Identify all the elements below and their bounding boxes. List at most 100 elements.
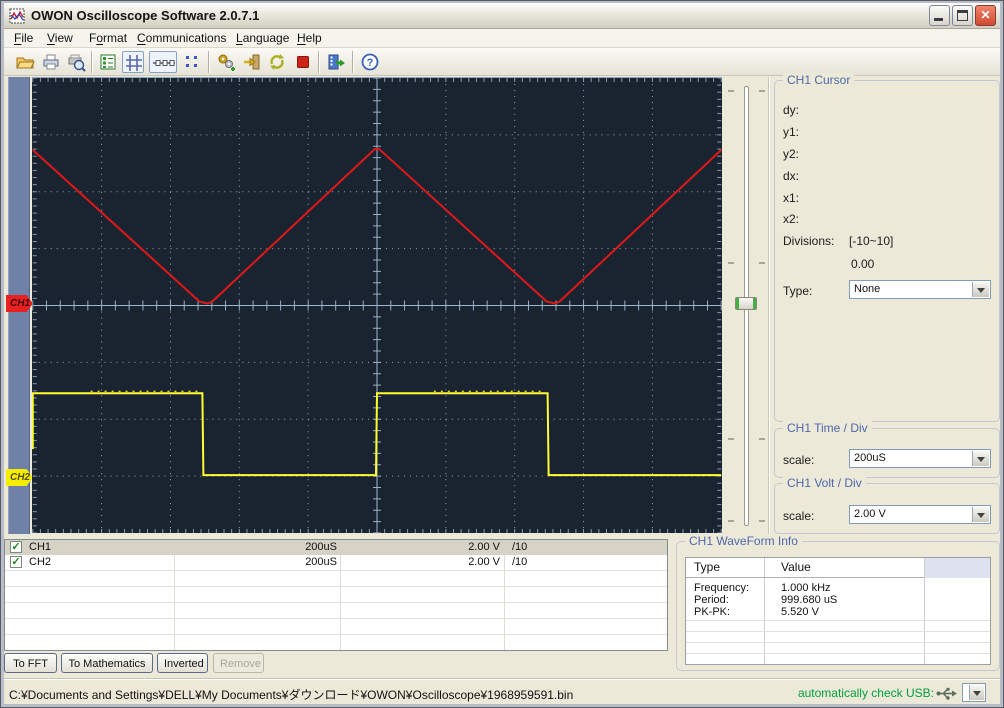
dx-label: dx: [783, 169, 800, 183]
channel-table: ✓ CH1 200uS 2.00 V /10 ✓ CH2 200uS 2.00 … [4, 539, 668, 651]
ch1-voltdiv-title: CH1 Volt / Div [783, 476, 866, 490]
slider-tick [728, 90, 734, 92]
combo-arrow-button[interactable] [972, 282, 989, 297]
menu-file[interactable]: File [14, 31, 33, 45]
stop-icon [297, 56, 309, 68]
row-divider [686, 642, 990, 643]
ch1-timediv-panel: CH1 Time / Div scale: 200uS [774, 421, 1000, 478]
minimize-button[interactable] [929, 5, 950, 26]
combo-arrow-button[interactable] [972, 507, 989, 522]
export-movie-icon [328, 54, 345, 70]
divisions-value: 0.00 [851, 257, 875, 271]
header-extra-cell [924, 558, 990, 578]
row-divider [5, 618, 667, 619]
row-divider [5, 570, 667, 571]
info-row-period: Period: 999.680 uS [694, 594, 838, 606]
connect-icon [244, 54, 260, 70]
status-bar: C:¥Documents and Settings¥DELL¥My Docume… [4, 678, 1000, 705]
export-button[interactable] [325, 51, 347, 73]
app-logo-icon [9, 8, 25, 23]
slider-tick [728, 520, 734, 522]
print-button[interactable] [40, 51, 62, 73]
y2-label: y2: [783, 147, 800, 161]
dots-view-button[interactable] [181, 51, 203, 73]
grid-icon [126, 55, 142, 71]
combo-arrow-button[interactable] [969, 685, 984, 700]
slider-tick [759, 438, 765, 440]
title-bar[interactable]: OWON Oscilloscope Software 2.0.7.1 ✕ [4, 3, 1000, 29]
usb-check-label: automatically check USB: [797, 686, 934, 700]
print-preview-button[interactable] [65, 51, 87, 73]
slider-tick [728, 262, 734, 264]
grid-view-button[interactable] [122, 51, 144, 73]
row-divider [5, 634, 667, 635]
combo-arrow-button[interactable] [972, 451, 989, 466]
divisions-label: Divisions: [783, 234, 835, 248]
print-preview-icon [68, 54, 86, 72]
ch1-timediv-title: CH1 Time / Div [783, 421, 872, 435]
maximize-icon [957, 10, 968, 21]
ch1-voltdiv-panel: CH1 Volt / Div scale: 2.00 V [774, 476, 1000, 534]
channel-list-button[interactable] [97, 51, 119, 73]
chevron-down-icon [977, 287, 985, 293]
time-scale-value: 200uS [854, 452, 886, 464]
volt-scale-select[interactable]: 2.00 V [849, 505, 991, 524]
cursor-type-value: None [854, 283, 881, 295]
slider-tick [759, 520, 765, 522]
ch2-voltdiv: 2.00 V [468, 556, 500, 568]
table-row-ch1[interactable]: ✓ CH1 200uS 2.00 V /10 [5, 540, 667, 555]
time-scale-select[interactable]: 200uS [849, 449, 991, 468]
trigger-slider-handle[interactable] [735, 297, 757, 310]
ch1-voltdiv: 2.00 V [468, 541, 500, 553]
ch1-name: CH1 [29, 541, 52, 553]
open-button[interactable] [14, 51, 36, 73]
refresh-button[interactable] [266, 51, 288, 73]
maximize-button[interactable] [952, 5, 973, 26]
settings-button[interactable] [215, 51, 237, 73]
slider-tick [759, 262, 765, 264]
ch2-waveform-square [32, 392, 722, 477]
row-divider [5, 586, 667, 587]
remove-button: Remove [213, 653, 264, 673]
cursor-type-select[interactable]: None [849, 280, 991, 299]
ch2-attenuation: /10 [512, 556, 528, 568]
row-divider [686, 620, 990, 621]
close-button[interactable]: ✕ [975, 5, 996, 26]
volt-scale-value: 2.00 V [854, 508, 886, 520]
refresh-icon [270, 54, 284, 70]
menu-help[interactable]: Help [297, 31, 322, 45]
menu-language[interactable]: Language [236, 31, 289, 45]
help-button[interactable]: ? [359, 51, 381, 73]
to-fft-button[interactable]: To FFT [4, 653, 57, 673]
ch2-visible-checkbox[interactable]: ✓ [10, 556, 22, 568]
checklist-icon [100, 54, 116, 70]
ch1-attenuation: /10 [512, 541, 528, 553]
ch2-name: CH2 [29, 556, 52, 568]
chevron-down-icon [973, 690, 981, 696]
connect-button[interactable] [241, 51, 263, 73]
toolbar: ? [4, 48, 1000, 76]
dash-line-view-button[interactable] [149, 51, 177, 73]
window-title: OWON Oscilloscope Software 2.0.7.1 [31, 8, 260, 23]
stop-button[interactable] [292, 51, 314, 73]
usb-device-select[interactable] [962, 683, 986, 702]
info-row-frequency: Frequency: 1.000 kHz [694, 582, 831, 594]
menu-view[interactable]: View [47, 31, 73, 45]
open-folder-icon [16, 57, 35, 69]
dots-icon [186, 56, 197, 67]
minimize-icon [934, 18, 943, 21]
to-mathematics-button[interactable]: To Mathematics [61, 653, 153, 673]
chevron-down-icon [977, 512, 985, 518]
row-divider [686, 653, 990, 654]
menu-communications[interactable]: Communications [137, 31, 226, 45]
inverted-button[interactable]: Inverted [157, 653, 208, 673]
chevron-down-icon [977, 456, 985, 462]
panel-divider [768, 77, 770, 534]
ch1-visible-checkbox[interactable]: ✓ [10, 541, 22, 553]
y1-label: y1: [783, 125, 800, 139]
dy-label: dy: [783, 103, 800, 117]
type-column-header: Type [694, 560, 721, 574]
table-row-ch2[interactable]: ✓ CH2 200uS 2.00 V /10 [5, 555, 667, 570]
menu-format[interactable]: Format [89, 31, 127, 45]
ch1-waveform-info-panel: CH1 WaveForm Info Type Value Frequency: 1… [676, 534, 1000, 671]
